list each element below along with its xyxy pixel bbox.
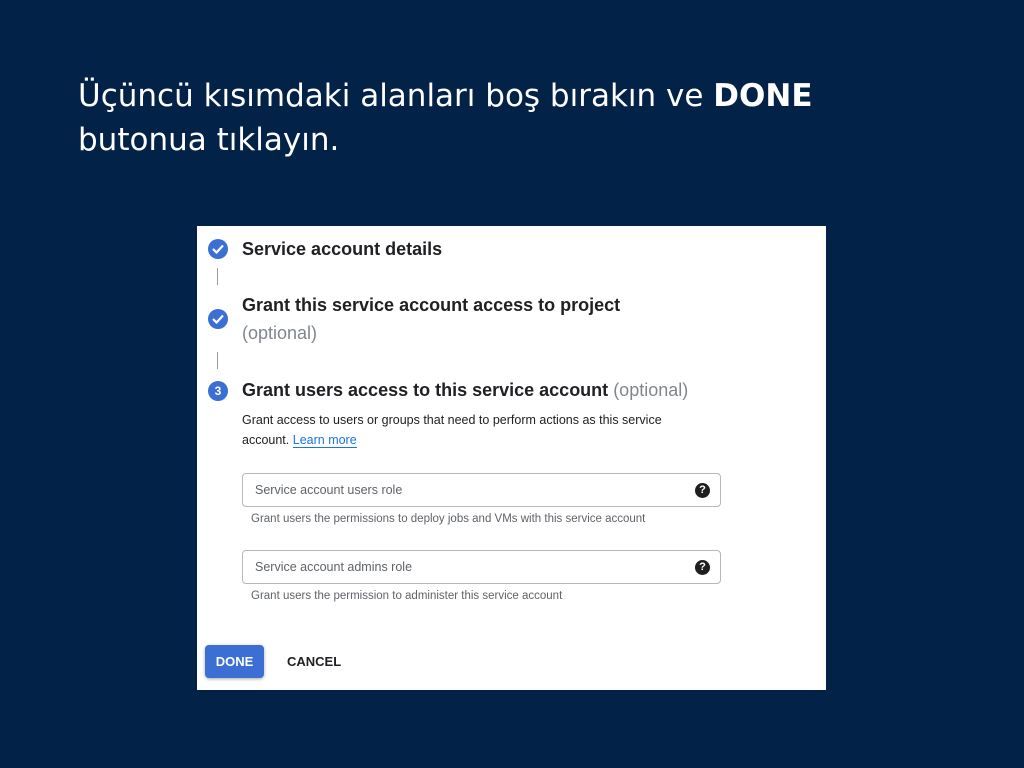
help-circle-icon[interactable]: ? (695, 482, 710, 498)
help-circle-icon[interactable]: ? (695, 559, 710, 575)
admins-role-input[interactable] (253, 559, 695, 575)
instruction-text: Üçüncü kısımdaki alanları boş bırakın ve… (78, 74, 938, 162)
instruction-line-part1: Üçüncü kısımdaki alanları boş bırakın ve (78, 78, 714, 114)
admins-role-field[interactable]: ? (242, 550, 721, 584)
instruction-line-part2: butonua tıklayın. (78, 122, 340, 158)
service-account-stepper: Service account details Grant this servi… (197, 226, 826, 690)
users-role-hint: Grant users the permissions to deploy jo… (251, 513, 646, 525)
done-button[interactable]: DONE (205, 645, 264, 678)
step-3-number-badge: 3 (208, 381, 228, 401)
users-role-field[interactable]: ? (242, 473, 721, 507)
step-2-optional: (optional) (242, 323, 318, 343)
step-3-heading: Grant users access to this service accou… (242, 376, 688, 404)
admins-role-hint: Grant users the permission to administer… (251, 590, 563, 602)
step-2-title[interactable]: Grant this service account access to pro… (242, 291, 620, 319)
step-3-number: 3 (214, 384, 222, 398)
check-circle-icon (208, 239, 228, 259)
step-connector (217, 352, 218, 369)
step-1-title[interactable]: Service account details (242, 235, 442, 263)
step-3-description: Grant access to users or groups that nee… (242, 410, 712, 450)
instruction-emphasis: DONE (713, 78, 813, 114)
learn-more-link[interactable]: Learn more (292, 433, 357, 448)
check-circle-icon (208, 309, 228, 329)
step-connector (217, 268, 218, 285)
cancel-button[interactable]: CANCEL (277, 645, 351, 678)
step-3-title: Grant users access to this service accou… (242, 380, 609, 400)
step-3-optional: (optional) (613, 380, 689, 400)
users-role-input[interactable] (253, 482, 695, 498)
